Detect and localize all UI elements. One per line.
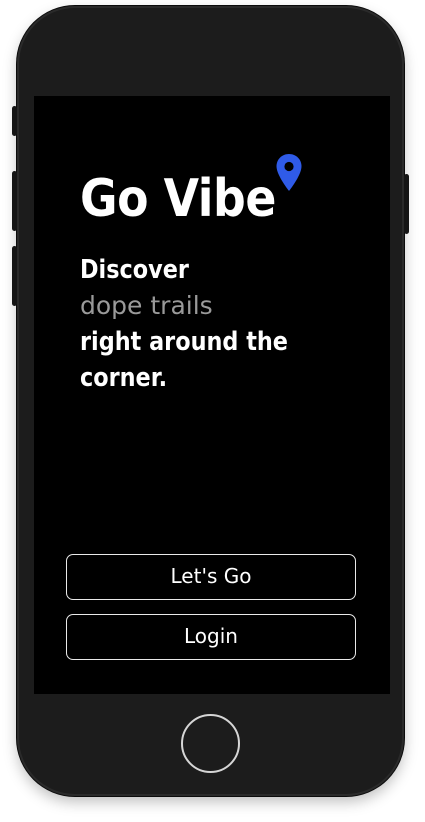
tagline-line-discover: Discover [80, 255, 189, 285]
app-title: Go Vibe [80, 169, 276, 229]
volume-down-button [12, 246, 17, 306]
home-button[interactable] [181, 714, 240, 773]
tagline-line-right-around: right around the [80, 327, 288, 357]
power-button [404, 174, 409, 234]
lets-go-button[interactable]: Let's Go [66, 554, 356, 600]
mute-switch [12, 106, 17, 136]
login-button[interactable]: Login [66, 614, 356, 660]
location-pin-icon [276, 154, 302, 191]
tagline: Discover dope trails right around the co… [80, 252, 340, 396]
volume-up-button [12, 171, 17, 231]
tagline-line-dope-trails: dope trails [80, 291, 213, 320]
tagline-line-corner: corner. [80, 363, 168, 393]
